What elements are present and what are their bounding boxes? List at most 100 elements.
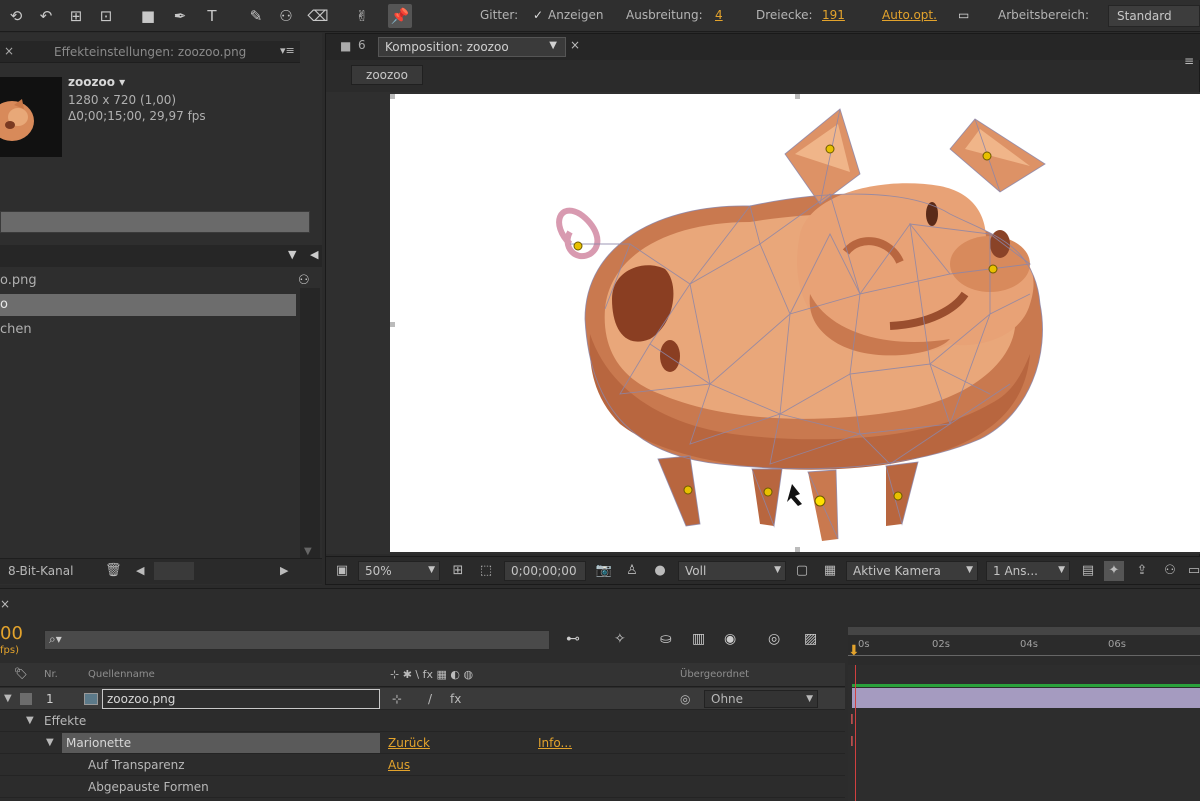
twirl-open-icon[interactable]: ▼: [46, 732, 54, 754]
flowchart-icon[interactable]: ⚇: [298, 273, 310, 288]
info-link[interactable]: Info...: [538, 732, 572, 754]
timeline-toggle-icon[interactable]: ⇪: [1132, 561, 1152, 581]
workspace-select[interactable]: Standard: [1108, 5, 1200, 27]
project-item-selected[interactable]: o: [0, 294, 296, 316]
playhead-icon[interactable]: ⬇: [848, 643, 860, 659]
effects-group-row[interactable]: ▼ Effekte: [0, 710, 845, 732]
label-tag-icon[interactable]: 🏷: [14, 667, 28, 680]
grid-show-label[interactable]: Anzeigen: [548, 8, 603, 22]
keyboard-icon[interactable]: ▭: [958, 8, 969, 22]
traced-shapes-row[interactable]: Abgepauste Formen: [0, 776, 845, 798]
label-color-swatch[interactable]: [20, 693, 32, 705]
panel-menu-icon[interactable]: ≡: [1184, 54, 1194, 68]
scroll-down-icon[interactable]: ▼: [304, 546, 312, 557]
sort-arrow-icon[interactable]: ▼: [288, 248, 296, 261]
column-nr[interactable]: Nr.: [44, 669, 58, 680]
horizontal-scroll-thumb[interactable]: [154, 562, 194, 580]
tab-close-icon[interactable]: ×: [570, 38, 580, 52]
region-of-interest-icon[interactable]: ▢: [792, 561, 812, 581]
grid-toggle-icon[interactable]: ▤: [1078, 561, 1098, 581]
trash-icon[interactable]: 🗑: [105, 563, 122, 578]
motion-blur-icon[interactable]: ◉: [724, 631, 736, 647]
undo-arc-icon[interactable]: ↶: [34, 4, 58, 28]
panel-close-icon[interactable]: ×: [0, 597, 10, 611]
brainstorm-icon[interactable]: ▨: [804, 631, 817, 647]
scroll-right-icon[interactable]: ▶: [280, 564, 288, 577]
show-snapshot-icon[interactable]: ♙: [622, 561, 642, 581]
column-parent[interactable]: Übergeordnet: [680, 669, 749, 680]
keyframe-icon[interactable]: I: [850, 735, 854, 750]
safe-margins-icon[interactable]: ⊞: [448, 561, 468, 581]
panel-menu-icon[interactable]: ▾≡: [280, 44, 295, 57]
effects-controls-tab[interactable]: × Effekteinstellungen: zoozoo.png ▾≡: [0, 41, 300, 63]
views-select[interactable]: 1 Ans... ▼: [986, 561, 1070, 581]
pan-behind-icon[interactable]: ⊡: [94, 4, 118, 28]
flowchart-icon[interactable]: ⚇: [1160, 561, 1180, 581]
frame-blending-icon[interactable]: ▥: [692, 631, 705, 647]
camera-select[interactable]: Aktive Kamera ▼: [846, 561, 978, 581]
current-time-display[interactable]: 00: [0, 623, 23, 644]
transparency-value[interactable]: Aus: [388, 754, 410, 776]
parent-select[interactable]: Ohne ▼: [704, 690, 818, 708]
comp-name[interactable]: zoozoo ▾: [68, 75, 125, 89]
snapshot-icon[interactable]: 📷: [594, 561, 614, 581]
layer-row[interactable]: ▼ 1 zoozoo.png ⊹ / fx ◎ Ohne ▼: [0, 688, 845, 710]
project-search-input[interactable]: [0, 211, 310, 233]
column-source-name[interactable]: Quellenname: [88, 669, 155, 680]
eraser-tool-icon[interactable]: ⌫: [306, 4, 330, 28]
scroll-left-icon[interactable]: ◀: [136, 564, 144, 577]
tab-composition[interactable]: Komposition: zoozoo ▼: [378, 37, 566, 57]
type-tool-icon[interactable]: T: [200, 4, 224, 28]
layer-duration-bar[interactable]: [852, 688, 1200, 708]
puppet-effect-name[interactable]: Marionette: [62, 733, 380, 753]
time-ruler[interactable]: 0s 02s 04s 06s ⬇: [848, 625, 1200, 665]
clone-stamp-icon[interactable]: ⚇: [274, 4, 298, 28]
work-area-bar[interactable]: [848, 627, 1200, 635]
panel-close-icon[interactable]: ×: [4, 44, 14, 58]
project-item[interactable]: chen: [0, 319, 296, 341]
graph-editor-icon[interactable]: ◎: [768, 631, 780, 647]
rectangle-tool-icon[interactable]: ■: [136, 4, 160, 28]
twirl-open-icon[interactable]: ▼: [26, 710, 34, 732]
fast-preview-icon[interactable]: ✦: [1104, 561, 1124, 581]
composition-canvas[interactable]: [390, 94, 1200, 552]
effect-switch-icon[interactable]: fx: [450, 688, 461, 710]
camera-orbit-icon[interactable]: ⊞: [64, 4, 88, 28]
puppet-pin-tool-icon[interactable]: 📌: [388, 4, 412, 28]
column-switches[interactable]: ⊹ ✱ \ fx ▦ ◐ ◍: [390, 668, 473, 681]
twirl-open-icon[interactable]: ▼: [4, 688, 12, 710]
roto-brush-icon[interactable]: ✌: [350, 4, 374, 28]
triangles-value[interactable]: 191: [822, 8, 845, 22]
mask-visibility-icon[interactable]: ⬚: [476, 561, 496, 581]
shy-layers-icon[interactable]: ⛀: [660, 631, 672, 647]
reset-link[interactable]: Zurück: [388, 732, 430, 754]
pen-tool-icon[interactable]: ✒: [168, 4, 192, 28]
project-item[interactable]: o.png: [0, 270, 296, 292]
panel-grip-icon[interactable]: ■: [340, 39, 351, 53]
shy-switch-icon[interactable]: ⊹: [392, 688, 402, 710]
draft-3d-icon[interactable]: ✧: [614, 631, 626, 647]
zoom-select[interactable]: 50% ▼: [358, 561, 440, 581]
timecode-button[interactable]: 0;00;00;00: [504, 561, 586, 581]
brush-tool-icon[interactable]: ✎: [244, 4, 268, 28]
tab-dropdown-icon[interactable]: ▼: [549, 40, 557, 51]
auto-opt-button[interactable]: Auto.opt.: [882, 8, 937, 22]
pickwhip-icon[interactable]: ◎: [680, 688, 690, 710]
project-scrollbar[interactable]: ▼: [300, 288, 320, 578]
timeline-search-input[interactable]: ⌕▾: [44, 630, 550, 650]
transparency-grid-icon[interactable]: ▦: [820, 561, 840, 581]
panel-collapse-icon[interactable]: ◀: [310, 248, 318, 261]
transparency-row[interactable]: Auf Transparenz Aus: [0, 754, 845, 776]
resolution-select[interactable]: Voll ▼: [678, 561, 786, 581]
layer-name-field[interactable]: zoozoo.png: [102, 689, 380, 709]
lock-icon[interactable]: 6: [358, 38, 366, 52]
composition-mini-flowchart-icon[interactable]: ⊷: [566, 631, 580, 647]
composition-breadcrumb[interactable]: zoozoo: [351, 65, 423, 85]
bit-depth-button[interactable]: 8-Bit-Kanal: [8, 564, 73, 578]
spread-value[interactable]: 4: [715, 8, 723, 22]
color-channels-icon[interactable]: ●: [650, 561, 670, 581]
quality-switch-icon[interactable]: /: [428, 688, 432, 710]
grid-check-icon[interactable]: ✓: [533, 8, 543, 22]
rotate-tool-icon[interactable]: ⟲: [4, 4, 28, 28]
keyframe-icon[interactable]: I: [850, 713, 854, 728]
